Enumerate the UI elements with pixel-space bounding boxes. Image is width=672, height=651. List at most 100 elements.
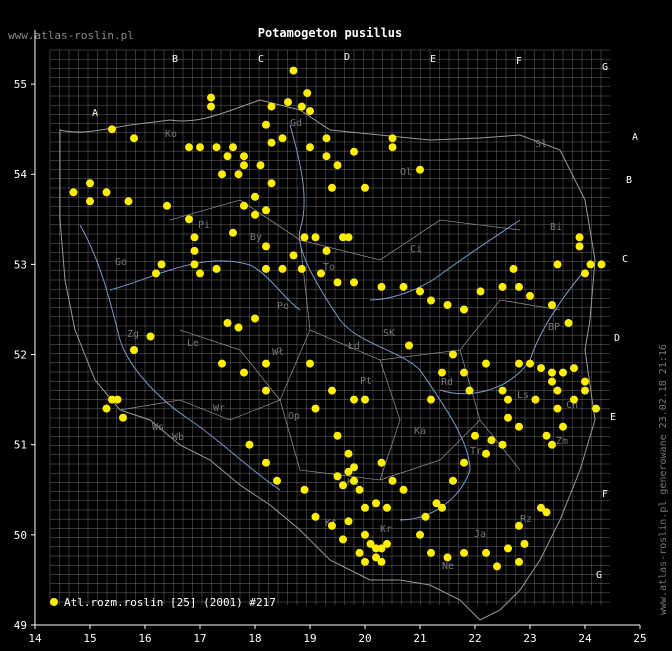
- occurrence-point: [548, 377, 556, 386]
- occurrence-point: [102, 404, 111, 413]
- occurrence-point: [443, 553, 452, 562]
- x-tick-label: 20: [358, 632, 371, 645]
- occurrence-point: [383, 503, 391, 512]
- occurrence-point: [223, 319, 232, 327]
- occurrence-point: [597, 260, 606, 269]
- occurrence-point: [498, 282, 507, 291]
- occurrence-point: [251, 192, 259, 201]
- occurrence-point: [240, 152, 248, 161]
- occurrence-point: [229, 228, 237, 237]
- occurrence-point: [361, 503, 369, 512]
- occurrence-point: [212, 264, 221, 273]
- occurrence-point: [416, 287, 424, 296]
- occurrence-point: [218, 170, 226, 179]
- occurrence-point: [498, 386, 507, 395]
- occurrence-point: [102, 188, 111, 197]
- occurrence-point: [570, 364, 578, 373]
- occurrence-point: [284, 98, 292, 107]
- occurrence-point: [108, 125, 116, 134]
- occurrence-point: [267, 179, 276, 188]
- occurrence-point: [190, 233, 199, 242]
- occurrence-point: [526, 291, 534, 300]
- occurrence-point: [262, 386, 270, 395]
- occurrence-point: [460, 305, 468, 314]
- occurrence-point: [317, 269, 325, 278]
- occurrence-point: [339, 535, 347, 544]
- occurrence-point: [482, 548, 490, 557]
- occurrence-point: [333, 431, 342, 440]
- occurrence-point: [207, 93, 215, 102]
- occurrence-point: [344, 449, 353, 458]
- region-label: Sł: [535, 139, 547, 150]
- x-tick-label: 18: [248, 632, 261, 645]
- occurrence-point: [185, 143, 193, 152]
- occurrence-point: [306, 107, 314, 116]
- region-label: Ne: [442, 561, 454, 572]
- occurrence-point: [559, 422, 567, 431]
- occurrence-point: [388, 476, 397, 485]
- y-tick-label: 50: [14, 529, 27, 542]
- occurrence-point: [234, 170, 243, 179]
- occurrence-point: [350, 278, 358, 287]
- occurrence-point: [207, 102, 215, 111]
- region-label: Wł: [272, 347, 284, 358]
- legend-marker: [50, 598, 58, 606]
- occurrence-point: [152, 269, 160, 278]
- occurrence-point: [438, 368, 446, 377]
- occurrence-point: [388, 134, 397, 143]
- x-tick-label: 15: [83, 632, 96, 645]
- y-tick-label: 55: [14, 78, 27, 91]
- grid-letter-top: A: [92, 108, 98, 119]
- occurrence-point: [515, 521, 523, 530]
- occurrence-point: [443, 301, 452, 309]
- occurrence-point: [553, 386, 562, 395]
- legend: Atl.rozm.roslin [25] (2001) #217: [50, 596, 276, 609]
- y-tick-label: 52: [14, 349, 27, 362]
- x-tick-label: 14: [28, 632, 42, 645]
- occurrence-point: [476, 287, 485, 296]
- occurrence-point: [350, 463, 358, 472]
- occurrence-point: [212, 143, 221, 152]
- region-label: Tr: [470, 446, 482, 457]
- occurrence-point: [564, 319, 573, 327]
- legend-label: Atl.rozm.roslin [25] (2001) #217: [64, 596, 276, 609]
- x-tick-label: 22: [468, 632, 481, 645]
- occurrence-point: [240, 161, 248, 170]
- occurrence-point: [520, 539, 529, 548]
- region-label: Rd: [441, 377, 453, 388]
- occurrence-point: [300, 485, 309, 494]
- grid-letter-right: A: [632, 132, 638, 143]
- occurrence-point: [278, 134, 287, 143]
- map-title: Potamogeton pusillus: [258, 26, 403, 40]
- occurrence-point: [196, 269, 204, 278]
- y-tick-label: 49: [14, 619, 27, 632]
- occurrence-point: [297, 264, 306, 273]
- region-label: Po: [277, 301, 289, 312]
- occurrence-point: [251, 314, 259, 323]
- occurrence-point: [504, 544, 512, 553]
- occurrence-point: [267, 102, 276, 111]
- occurrence-point: [383, 539, 391, 548]
- occurrence-point: [515, 422, 523, 431]
- occurrence-point: [416, 530, 424, 539]
- occurrence-point: [218, 359, 226, 368]
- x-tick-label: 23: [523, 632, 536, 645]
- narew-river: [369, 219, 521, 301]
- occurrence-point: [460, 458, 468, 467]
- occurrence-point: [240, 201, 248, 210]
- region-label: Ja: [474, 529, 486, 540]
- occurrence-point: [273, 476, 281, 485]
- occurrence-point: [493, 562, 501, 571]
- occurrence-point: [306, 359, 314, 368]
- occurrence-point: [86, 179, 94, 188]
- occurrence-point: [333, 161, 342, 170]
- occurrence-point: [355, 548, 364, 557]
- occurrence-point: [581, 377, 589, 386]
- occurrence-point: [350, 147, 358, 156]
- occurrence-point: [531, 395, 540, 404]
- occurrence-point: [465, 386, 474, 395]
- x-tick-label: 25: [633, 632, 646, 645]
- region-label: Go: [115, 257, 127, 268]
- occurrence-point: [542, 431, 551, 440]
- occurrence-point: [344, 517, 353, 526]
